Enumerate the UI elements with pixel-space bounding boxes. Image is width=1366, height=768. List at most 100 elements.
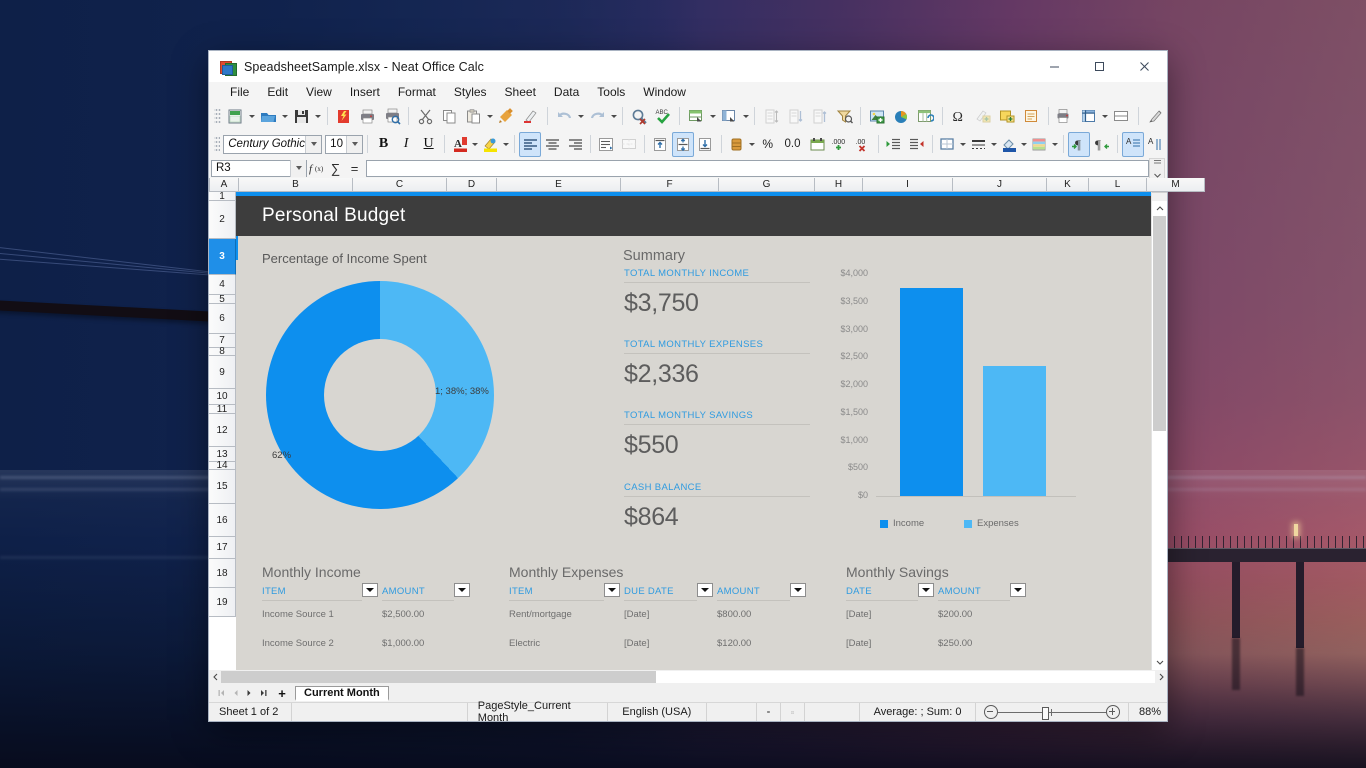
find-replace-icon[interactable]	[627, 104, 651, 129]
column-header-i[interactable]: I	[863, 178, 953, 192]
text-direction-vertical-icon[interactable]: A	[1144, 132, 1167, 157]
row-header-9[interactable]: 9	[209, 356, 236, 389]
row-header-14[interactable]: 14	[209, 462, 236, 470]
freeze-rows-columns-icon[interactable]	[1077, 104, 1101, 129]
formula-expand-icon[interactable]	[1149, 158, 1165, 179]
horizontal-scroll-track[interactable]	[221, 671, 1155, 683]
row-header-2[interactable]: 2	[209, 201, 236, 239]
align-bottom-icon[interactable]	[694, 132, 717, 157]
redo-dropdown-icon[interactable]	[609, 105, 618, 128]
name-box-dropdown-icon[interactable]	[290, 160, 306, 177]
border-style-dropdown-icon[interactable]	[990, 133, 998, 156]
insert-textbox-icon[interactable]	[995, 104, 1019, 129]
percent-format-button[interactable]: %	[756, 132, 779, 157]
left-to-right-icon[interactable]: ¶	[1068, 132, 1091, 157]
filter-button-expenses-amount[interactable]	[790, 583, 806, 597]
column-header-l[interactable]: L	[1089, 178, 1147, 192]
conditional-format-dropdown-icon[interactable]	[1051, 133, 1059, 156]
bar-chart[interactable]: $4,000$3,500$3,000$2,500$2,000$1,500$1,0…	[828, 268, 1118, 558]
formatting-toolbar-grip[interactable]	[214, 135, 220, 153]
insert-image-icon[interactable]	[865, 104, 889, 129]
column-header-k[interactable]: K	[1047, 178, 1089, 192]
scroll-left-icon[interactable]	[209, 670, 221, 684]
row-insert-dropdown-icon[interactable]	[709, 105, 718, 128]
open-file-icon[interactable]	[257, 104, 281, 129]
vertical-scroll-track[interactable]	[1152, 216, 1167, 655]
font-size-dropdown-icon[interactable]	[346, 136, 362, 153]
new-document-icon[interactable]	[224, 104, 248, 129]
cell-savings-date-2[interactable]: [Date]	[846, 638, 871, 649]
horizontal-scrollbar[interactable]	[209, 670, 1167, 684]
border-color-icon[interactable]	[998, 132, 1021, 157]
bold-button[interactable]: B	[372, 132, 395, 157]
conditional-format-icon[interactable]	[1028, 132, 1051, 157]
cell-income-item-1[interactable]: Income Source 1	[262, 609, 334, 620]
status-selection-mode[interactable]	[707, 703, 758, 721]
horizontal-scroll-thumb[interactable]	[221, 671, 656, 683]
vertical-scroll-thumb[interactable]	[1153, 216, 1166, 431]
first-sheet-icon[interactable]	[215, 686, 227, 700]
column-insert-icon[interactable]	[717, 104, 741, 129]
right-to-left-icon[interactable]: ¶	[1090, 132, 1113, 157]
copy-icon[interactable]	[437, 104, 461, 129]
font-size-combobox[interactable]: 10	[325, 135, 363, 154]
sum-icon[interactable]: ∑	[326, 160, 345, 177]
column-header-b[interactable]: B	[239, 178, 353, 192]
row-header-3[interactable]: 3	[209, 239, 236, 275]
cell-savings-date-1[interactable]: [Date]	[846, 609, 871, 620]
zoom-track[interactable]	[998, 712, 1106, 713]
draw-functions-icon[interactable]	[1143, 104, 1167, 129]
highlight-color-dropdown-icon[interactable]	[502, 133, 510, 156]
row-header-18[interactable]: 18	[209, 559, 236, 588]
save-dropdown-icon[interactable]	[314, 105, 323, 128]
cells-viewport[interactable]: Personal Budget Percentage of Income Spe…	[236, 192, 1151, 670]
menu-view[interactable]: View	[297, 83, 341, 102]
row-header-8[interactable]: 8	[209, 348, 236, 356]
column-header-m[interactable]: M	[1147, 178, 1205, 192]
row-header-17[interactable]: 17	[209, 537, 236, 559]
clone-formatting-icon[interactable]	[495, 104, 519, 129]
align-left-icon[interactable]	[519, 132, 542, 157]
menu-data[interactable]: Data	[545, 83, 588, 102]
merge-cells-icon[interactable]	[618, 132, 641, 157]
decrease-indent-icon[interactable]	[905, 132, 928, 157]
menu-insert[interactable]: Insert	[341, 83, 389, 102]
cell-expense-duedate-2[interactable]: [Date]	[624, 638, 649, 649]
date-format-icon[interactable]	[806, 132, 829, 157]
row-insert-icon[interactable]	[684, 104, 708, 129]
split-window-icon[interactable]	[1110, 104, 1134, 129]
print-preview-icon[interactable]	[380, 104, 404, 129]
scroll-up-icon[interactable]	[1152, 201, 1167, 216]
cell-income-amount-2[interactable]: $1,000.00	[382, 638, 424, 649]
filter-button-savings-date[interactable]	[918, 583, 934, 597]
column-header-d[interactable]: D	[447, 178, 497, 192]
export-pdf-icon[interactable]	[332, 104, 356, 129]
font-color-icon[interactable]: A	[449, 132, 472, 157]
insert-chart-icon[interactable]	[889, 104, 913, 129]
font-name-combobox[interactable]: Century Gothic	[223, 135, 322, 154]
status-insert-mode-icon[interactable]	[757, 703, 781, 721]
row-header-11[interactable]: 11	[209, 405, 236, 414]
menu-window[interactable]: Window	[634, 83, 695, 102]
zoom-slider[interactable]	[976, 703, 1129, 721]
redo-icon[interactable]	[585, 104, 609, 129]
spelling-check-icon[interactable]: ABC	[651, 104, 675, 129]
insert-hyperlink-icon[interactable]	[971, 104, 995, 129]
name-box[interactable]: R3	[211, 160, 307, 177]
cell-expense-amount-2[interactable]: $120.00	[717, 638, 751, 649]
bar-expenses[interactable]	[983, 366, 1046, 496]
undo-dropdown-icon[interactable]	[576, 105, 585, 128]
align-middle-icon[interactable]	[672, 132, 695, 157]
bar-income[interactable]	[900, 288, 963, 496]
cell-income-item-2[interactable]: Income Source 2	[262, 638, 334, 649]
last-sheet-icon[interactable]	[257, 686, 269, 700]
column-insert-dropdown-icon[interactable]	[742, 105, 751, 128]
toolbar-grip[interactable]	[214, 107, 221, 125]
menu-edit[interactable]: Edit	[258, 83, 297, 102]
row-header-15[interactable]: 15	[209, 470, 236, 504]
column-header-e[interactable]: E	[497, 178, 621, 192]
formula-input[interactable]	[366, 160, 1149, 177]
sort-descending-icon[interactable]	[808, 104, 832, 129]
row-header-12[interactable]: 12	[209, 414, 236, 447]
vertical-scrollbar[interactable]	[1151, 192, 1167, 670]
